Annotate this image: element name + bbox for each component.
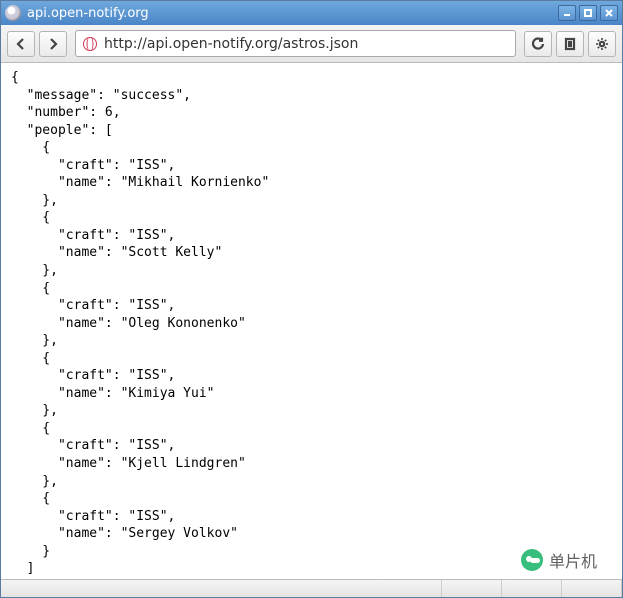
back-button[interactable] [7, 31, 35, 57]
statusbar [1, 579, 622, 597]
status-cell [1, 580, 442, 597]
maximize-button[interactable] [579, 5, 597, 21]
reader-mode-button[interactable] [556, 31, 584, 57]
url-bar[interactable]: http://api.open-notify.org/astros.json [75, 30, 516, 57]
titlebar: api.open-notify.org [1, 1, 622, 25]
reload-button[interactable] [524, 31, 552, 57]
window-favicon [5, 5, 21, 21]
minimize-button[interactable] [558, 5, 576, 21]
window-title: api.open-notify.org [27, 6, 558, 21]
browser-window: api.open-notify.org http://api.open-noti… [0, 0, 623, 598]
status-cell [562, 580, 622, 597]
toolbar: http://api.open-notify.org/astros.json [1, 25, 622, 63]
status-cell [442, 580, 502, 597]
settings-button[interactable] [588, 31, 616, 57]
window-controls [558, 5, 618, 21]
forward-button[interactable] [39, 31, 67, 57]
json-response-body: { "message": "success", "number": 6, "pe… [1, 63, 622, 579]
close-button[interactable] [600, 5, 618, 21]
url-text: http://api.open-notify.org/astros.json [104, 36, 509, 52]
site-identity-icon [82, 36, 98, 52]
status-cell [502, 580, 562, 597]
